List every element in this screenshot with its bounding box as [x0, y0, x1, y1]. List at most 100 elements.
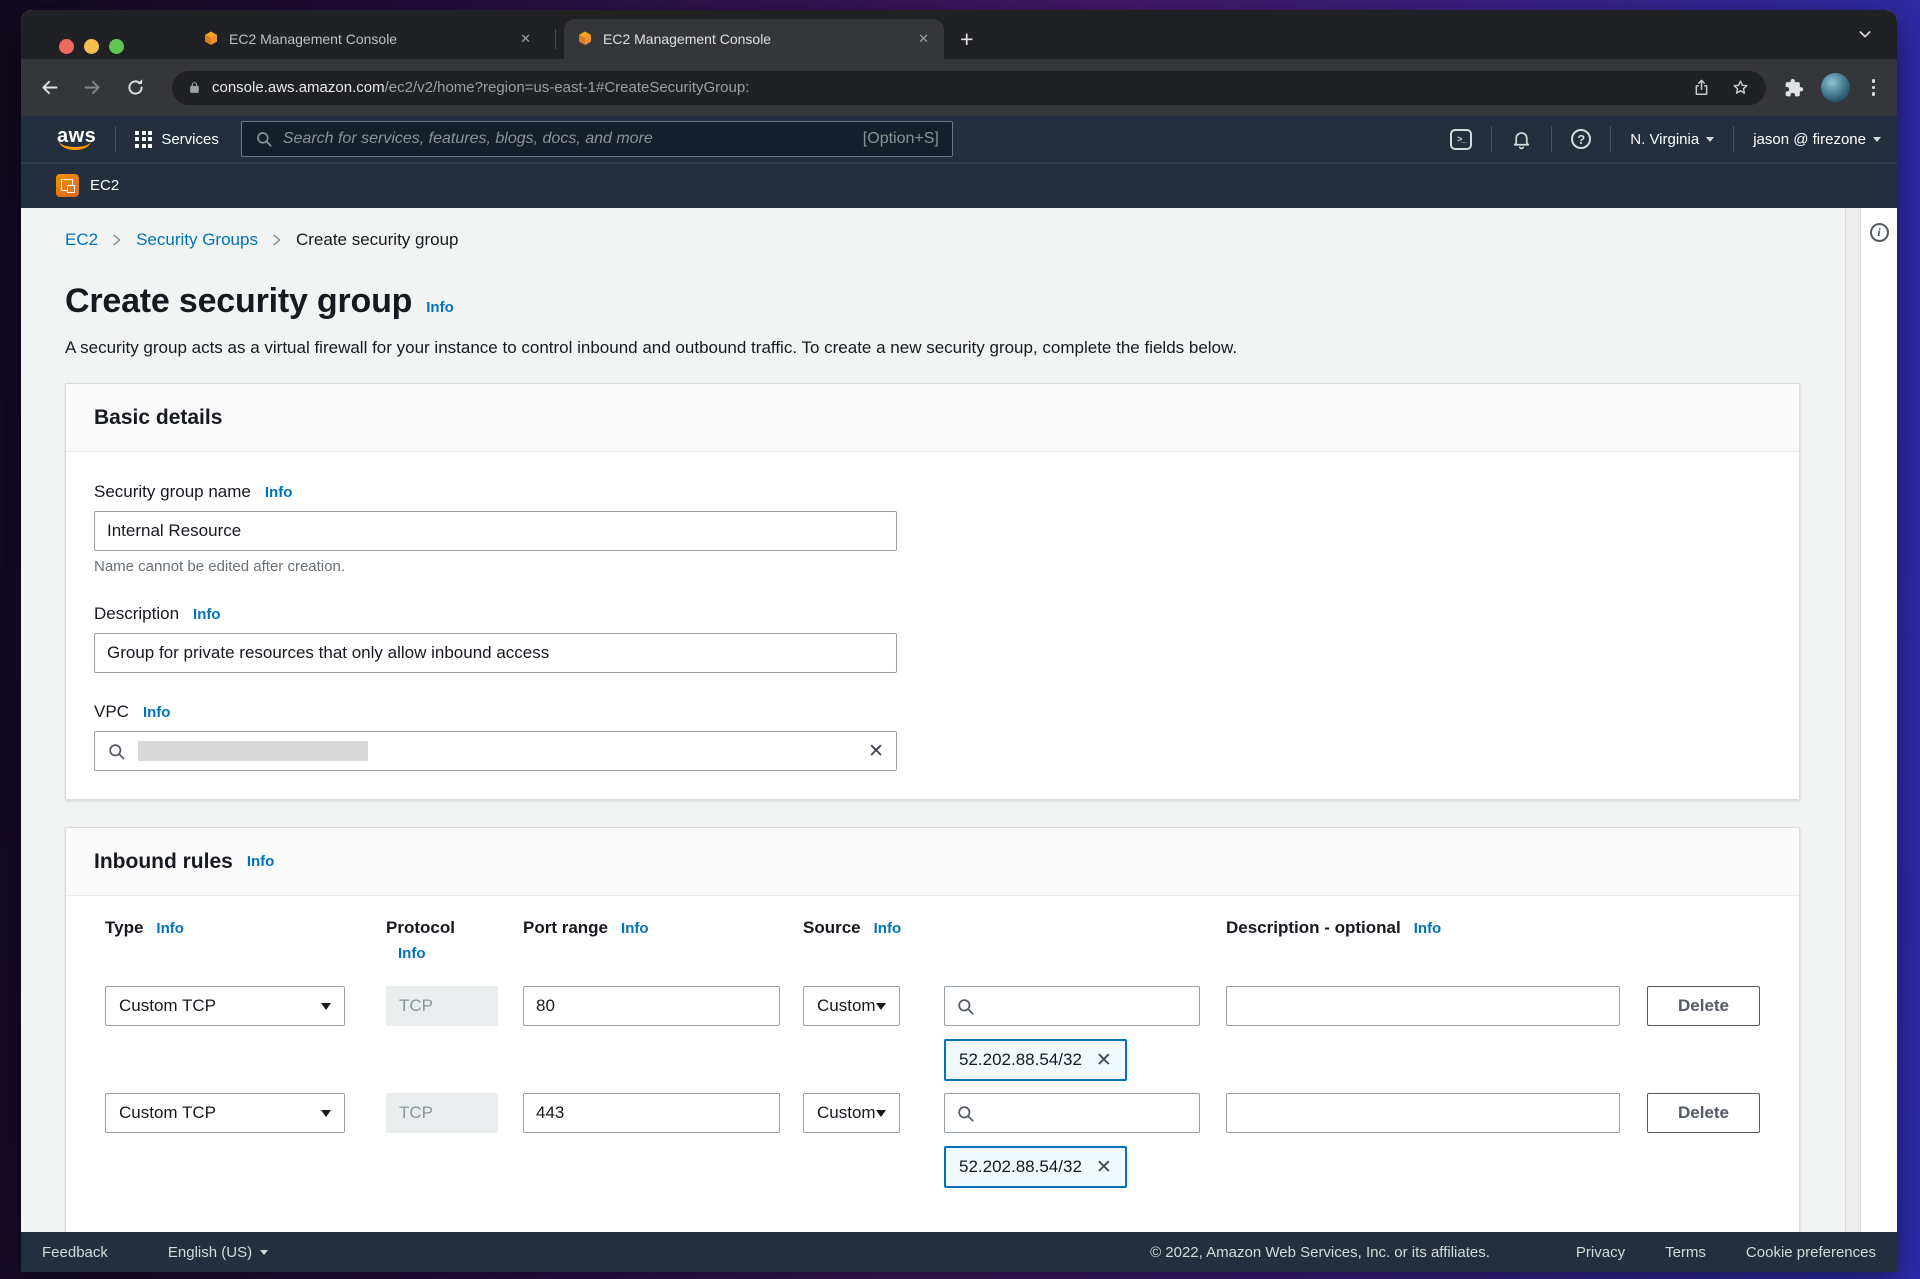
- browser-tab-bar: EC2 Management Console ✕ EC2 Management …: [21, 10, 1897, 59]
- secure-lock-icon[interactable]: [188, 81, 201, 94]
- info-panel-icon[interactable]: i: [1870, 223, 1889, 242]
- close-tab-icon[interactable]: ✕: [913, 29, 934, 49]
- minimize-window-button[interactable]: [84, 39, 99, 54]
- type-select[interactable]: Custom TCP: [105, 1093, 345, 1133]
- port-range-input[interactable]: [523, 986, 780, 1026]
- browser-window: EC2 Management Console ✕ EC2 Management …: [21, 10, 1897, 1272]
- aws-top-nav: aws Services [Option+S] >_ ? N. Virginia: [21, 116, 1897, 162]
- inbound-rule-row: Custom TCP Custom Delet: [105, 986, 1759, 1026]
- browser-tab-active[interactable]: EC2 Management Console ✕: [564, 19, 944, 59]
- protocol-input: [386, 986, 498, 1026]
- description-column-header: Description - optional: [1226, 918, 1401, 938]
- chevron-right-icon: [270, 233, 284, 247]
- cookie-preferences-link[interactable]: Cookie preferences: [1746, 1244, 1876, 1261]
- description-input[interactable]: [94, 633, 897, 673]
- name-info-link[interactable]: Info: [265, 484, 293, 501]
- services-menu[interactable]: Services: [161, 131, 219, 148]
- port-range-input[interactable]: [523, 1093, 780, 1133]
- inbound-rules-heading: Inbound rules: [94, 850, 233, 874]
- aws-cube-favicon: [202, 30, 220, 48]
- console-footer: Feedback English (US) © 2022, Amazon Web…: [21, 1232, 1897, 1272]
- language-selector[interactable]: English (US): [168, 1244, 268, 1261]
- port-range-info-link[interactable]: Info: [621, 920, 649, 937]
- region-selector[interactable]: N. Virginia: [1630, 131, 1714, 148]
- rule-description-input[interactable]: [1226, 1093, 1620, 1133]
- help-icon[interactable]: ?: [1571, 129, 1591, 149]
- aws-logo[interactable]: aws: [57, 127, 96, 150]
- security-group-name-input[interactable]: [94, 511, 897, 551]
- browser-profile-avatar[interactable]: [1821, 73, 1850, 102]
- type-info-link[interactable]: Info: [156, 920, 184, 937]
- remove-cidr-icon[interactable]: ✕: [1096, 1051, 1112, 1070]
- breadcrumb-ec2[interactable]: EC2: [65, 230, 98, 250]
- search-shortcut-hint: [Option+S]: [863, 130, 939, 148]
- delete-rule-button[interactable]: Delete: [1647, 1093, 1760, 1133]
- protocol-info-link[interactable]: Info: [398, 945, 498, 962]
- vpc-info-link[interactable]: Info: [143, 704, 171, 721]
- browser-menu-icon[interactable]: [1868, 75, 1880, 100]
- url-path: /ec2/v2/home?region=us-east-1#CreateSecu…: [385, 79, 750, 96]
- title-info-link[interactable]: Info: [426, 299, 454, 316]
- ec2-service-icon[interactable]: [56, 174, 79, 197]
- vpc-select[interactable]: ✕: [94, 731, 897, 771]
- back-icon[interactable]: [39, 77, 60, 98]
- source-type-select[interactable]: Custom: [803, 1093, 900, 1133]
- inbound-rules-info-link[interactable]: Info: [247, 853, 275, 870]
- scrollbar[interactable]: [1845, 208, 1860, 1232]
- console-search-input[interactable]: [283, 130, 853, 148]
- vpc-label: VPC: [94, 702, 129, 722]
- notifications-bell-icon[interactable]: [1511, 129, 1532, 150]
- name-help-text: Name cannot be edited after creation.: [94, 558, 1771, 575]
- window-controls: [59, 39, 124, 54]
- privacy-link[interactable]: Privacy: [1576, 1244, 1625, 1261]
- services-grid-icon[interactable]: [135, 131, 152, 148]
- feedback-button[interactable]: Feedback: [42, 1244, 108, 1261]
- reload-icon[interactable]: [125, 77, 146, 98]
- browser-tab-inactive[interactable]: EC2 Management Console ✕: [190, 19, 546, 59]
- protocol-column-header: Protocol: [386, 918, 455, 937]
- search-icon: [956, 1104, 975, 1123]
- browser-toolbar: console.aws.amazon.com/ec2/v2/home?regio…: [21, 59, 1897, 116]
- copyright-text: © 2022, Amazon Web Services, Inc. or its…: [1150, 1244, 1490, 1261]
- breadcrumb-security-groups[interactable]: Security Groups: [136, 230, 258, 250]
- search-icon: [956, 997, 975, 1016]
- type-select[interactable]: Custom TCP: [105, 986, 345, 1026]
- extensions-puzzle-icon[interactable]: [1784, 78, 1804, 98]
- close-tab-icon[interactable]: ✕: [515, 29, 536, 49]
- forward-icon[interactable]: [82, 77, 103, 98]
- address-bar[interactable]: console.aws.amazon.com/ec2/v2/home?regio…: [172, 71, 1766, 105]
- help-panel-rail[interactable]: i: [1860, 208, 1897, 1232]
- url-text: console.aws.amazon.com/ec2/v2/home?regio…: [212, 79, 749, 96]
- clear-vpc-icon[interactable]: ✕: [868, 742, 884, 761]
- breadcrumb-current: Create security group: [296, 230, 459, 250]
- bookmark-star-icon[interactable]: [1731, 78, 1750, 97]
- source-search-input[interactable]: [944, 986, 1200, 1026]
- ec2-service-link[interactable]: EC2: [90, 177, 119, 194]
- description-info-link[interactable]: Info: [193, 606, 221, 623]
- account-menu[interactable]: jason @ firezone: [1753, 131, 1881, 148]
- cloudshell-icon[interactable]: >_: [1450, 129, 1472, 150]
- page-description: A security group acts as a virtual firew…: [65, 338, 1845, 358]
- share-icon[interactable]: [1692, 78, 1711, 97]
- close-window-button[interactable]: [59, 39, 74, 54]
- terms-link[interactable]: Terms: [1665, 1244, 1706, 1261]
- tab-search-chevron-icon[interactable]: [1857, 26, 1873, 42]
- chevron-down-icon: [1706, 137, 1714, 142]
- tab-title: EC2 Management Console: [603, 31, 905, 47]
- search-icon: [107, 742, 126, 761]
- source-type-select[interactable]: Custom: [803, 986, 900, 1026]
- new-tab-button[interactable]: +: [960, 28, 973, 51]
- console-search[interactable]: [Option+S]: [241, 121, 953, 157]
- source-cidr-token: 52.202.88.54/32 ✕: [944, 1146, 1127, 1188]
- source-info-link[interactable]: Info: [874, 920, 902, 937]
- page-content: EC2 Security Groups Create security grou…: [21, 208, 1897, 1232]
- fullscreen-window-button[interactable]: [109, 39, 124, 54]
- type-column-header: Type: [105, 918, 143, 938]
- source-search-input[interactable]: [944, 1093, 1200, 1133]
- delete-rule-button[interactable]: Delete: [1647, 986, 1760, 1026]
- remove-cidr-icon[interactable]: ✕: [1096, 1158, 1112, 1177]
- description-info-link[interactable]: Info: [1414, 920, 1442, 937]
- url-host: console.aws.amazon.com: [212, 79, 385, 96]
- rule-description-input[interactable]: [1226, 986, 1620, 1026]
- protocol-input: [386, 1093, 498, 1133]
